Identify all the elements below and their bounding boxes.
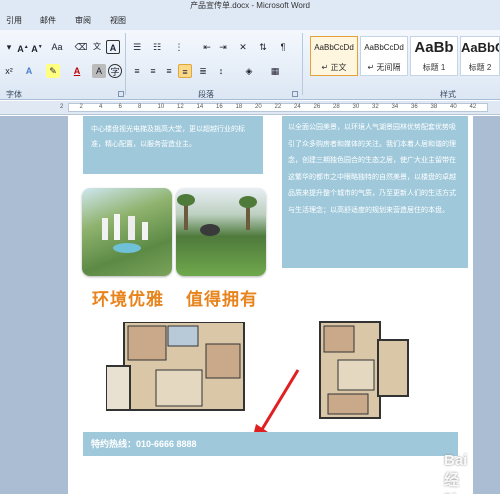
paragraph-dialog-launcher-icon[interactable] <box>292 91 298 97</box>
window-title: 产品宣传单.docx - Microsoft Word <box>190 1 310 10</box>
group-separator <box>125 33 126 95</box>
tab-references[interactable]: 引用 <box>6 15 22 26</box>
ruler-tick-label: 14 <box>196 104 204 110</box>
paragraph-group-label: 段落 <box>198 90 214 99</box>
style-name: 标题 1 <box>422 63 446 72</box>
floor-plan-image <box>318 320 410 420</box>
ruler-tick-label: 32 <box>372 104 379 110</box>
headline-environment: 环境优雅 <box>92 290 164 309</box>
ruler-tick-label: 2 <box>79 104 83 110</box>
group-separator <box>302 33 303 95</box>
font-group-label: 字体 <box>6 90 22 99</box>
ruler-tick-label: 16 <box>216 104 223 110</box>
font-color-icon[interactable]: A <box>70 64 84 78</box>
ruler-tick-label: 34 <box>391 104 399 110</box>
ruler-tick-label: 2 <box>60 104 64 110</box>
bullets-icon[interactable]: ☰ <box>130 40 144 54</box>
line-spacing-icon[interactable]: ↕ <box>214 64 228 78</box>
tab-mailings[interactable]: 邮件 <box>40 15 56 26</box>
sort-icon[interactable]: ⇅ <box>256 40 270 54</box>
enclose-char-icon[interactable]: 字 <box>108 64 122 78</box>
description-text: 以全面公园美景，以环境人气湖景园林优势配套优势吸引了众多购房者和媒体的关注。我们… <box>288 124 456 214</box>
shading-icon[interactable]: ◈ <box>242 64 256 78</box>
char-border-icon[interactable]: A <box>106 40 120 54</box>
shrink-font-icon[interactable]: A▼ <box>30 40 44 54</box>
numbering-icon[interactable]: ☷ <box>150 40 164 54</box>
style-sample: AaBbCcDd <box>314 43 354 52</box>
watermark-text: Bai 经验 <box>444 452 468 494</box>
ruler-tick-label: 4 <box>99 104 103 110</box>
change-case-icon[interactable]: Aa <box>50 40 64 54</box>
text-effects-icon[interactable]: A <box>22 64 36 78</box>
hotline-text: 特约热线：010-6666 8888 <box>91 439 197 449</box>
title-bar: 产品宣传单.docx - Microsoft Word <box>0 0 500 12</box>
ruler-tick-label: 6 <box>118 104 122 110</box>
ribbon: ▾ A▲ A▼ Aa ⌫ 文 A x² A ✎ A A 字 字体 ☰ ☷ ⋮ ⇤… <box>0 30 500 100</box>
floor-plan-image <box>105 321 246 412</box>
font-size-dropdown-icon[interactable]: ▾ <box>2 40 16 54</box>
tab-review[interactable]: 审阅 <box>75 15 91 26</box>
horizontal-ruler[interactable]: 2 2 4 6 8 10 12 14 16 18 20 22 24 26 28 30 32 34 36 38 40 42 <box>0 101 500 115</box>
align-left-icon[interactable]: ≡ <box>130 64 144 78</box>
multilevel-list-icon[interactable]: ⋮ <box>172 40 186 54</box>
style-sample: AaBbC <box>461 40 499 55</box>
headline-worth-owning: 值得拥有 <box>186 290 258 309</box>
align-center-icon[interactable]: ≡ <box>146 64 160 78</box>
highlight-color-icon[interactable]: ✎ <box>46 64 60 78</box>
ruler-tick-label: 30 <box>352 104 360 110</box>
align-right-icon[interactable]: ≡ <box>162 64 176 78</box>
style-name: 标题 2 <box>468 63 492 72</box>
chinese-layout-icon[interactable]: ✕ <box>236 40 250 54</box>
superscript-icon[interactable]: x² <box>2 64 16 78</box>
decrease-indent-icon[interactable]: ⇤ <box>200 40 214 54</box>
style-normal[interactable]: AaBbCcDd ↵ 正文 <box>310 36 358 76</box>
intro-text: 中心楼盘视光电梯及挑高大堂，更以超越行业的标准，精心配置，以服务营造业主。 <box>91 126 245 148</box>
justify-icon[interactable]: ≡ <box>178 64 192 78</box>
description-text-box[interactable]: 以全面公园美景，以环境人气湖景园林优势配套优势吸引了众多购房者和媒体的关注。我们… <box>282 116 468 268</box>
ruler-tick-label: 36 <box>411 104 418 110</box>
style-name: ↵ 正文 <box>321 63 347 72</box>
ruler-tick-label: 18 <box>235 104 243 110</box>
grow-font-icon[interactable]: A▲ <box>16 40 30 54</box>
style-heading-2[interactable]: AaBbC 标题 2 <box>460 36 500 76</box>
phonetic-guide-icon[interactable]: 文 <box>90 40 104 54</box>
distributed-icon[interactable]: ≣ <box>196 64 210 78</box>
intro-text-box[interactable]: 中心楼盘视光电梯及挑高大堂，更以超越行业的标准，精心配置，以服务营造业主。 <box>83 116 263 174</box>
hotline-bar[interactable]: 特约热线：010-6666 8888 <box>83 432 458 456</box>
ruler-tick-label: 10 <box>157 104 165 110</box>
ruler-tick-label: 12 <box>177 104 184 110</box>
ruler-tick-label: 26 <box>313 104 321 110</box>
tab-view[interactable]: 视图 <box>110 15 126 26</box>
document-page[interactable]: 中心楼盘视光电梯及挑高大堂，更以超越行业的标准，精心配置，以服务营造业主。 以全… <box>68 116 473 494</box>
style-no-spacing[interactable]: AaBbCcDd ↵ 无间隔 <box>360 36 408 76</box>
ruler-tick-label: 28 <box>333 104 340 110</box>
garden-image <box>176 188 266 276</box>
ruler-tick-label: 38 <box>430 104 438 110</box>
ruler-tick-label: 24 <box>294 104 301 110</box>
font-dialog-launcher-icon[interactable] <box>118 91 124 97</box>
style-sample: AaBbCcDd <box>364 43 404 52</box>
ribbon-tabs: 引用 邮件 审阅 视图 <box>0 12 500 30</box>
ruler-tick-label: 20 <box>255 104 262 110</box>
show-marks-icon[interactable]: ¶ <box>276 40 290 54</box>
ruler-tick-label: 40 <box>450 104 457 110</box>
ruler-tick-label: 42 <box>469 104 477 110</box>
char-shading-icon[interactable]: A <box>92 64 106 78</box>
style-heading-1[interactable]: AaBb 标题 1 <box>410 36 458 76</box>
ruler-tick-label: 8 <box>138 104 142 110</box>
clear-format-icon[interactable]: ⌫ <box>74 40 88 54</box>
style-sample: AaBb <box>414 39 454 56</box>
document-workspace: 中心楼盘视光电梯及挑高大堂，更以超越行业的标准，精心配置，以服务营造业主。 以全… <box>0 116 500 494</box>
aerial-view-image <box>82 188 172 276</box>
borders-icon[interactable]: ▦ <box>268 64 282 78</box>
style-name: ↵ 无间隔 <box>367 63 401 72</box>
styles-group-label: 样式 <box>440 90 456 99</box>
watermark: Bai 经验 <box>444 452 473 494</box>
ruler-tick-label: 22 <box>274 104 282 110</box>
increase-indent-icon[interactable]: ⇥ <box>216 40 230 54</box>
